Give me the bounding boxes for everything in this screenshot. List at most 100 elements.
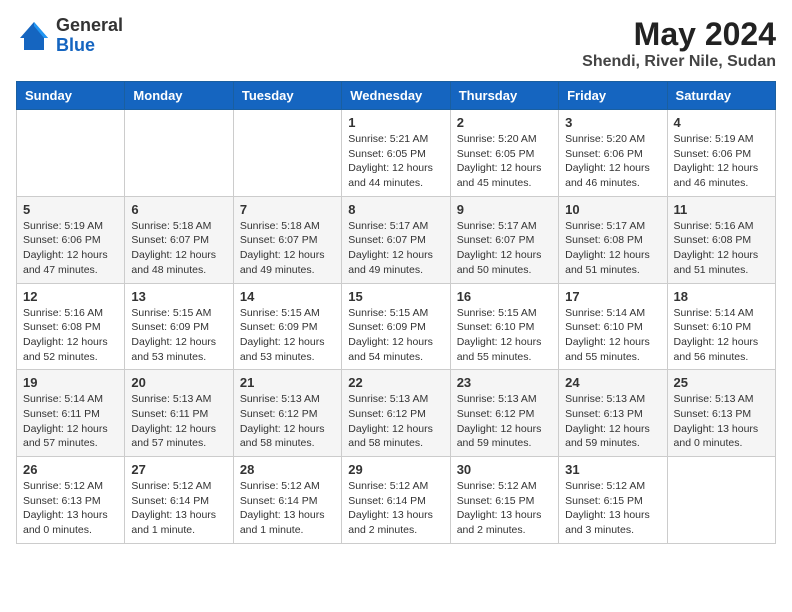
day-info: Sunrise: 5:20 AMSunset: 6:06 PMDaylight:… [565, 132, 660, 191]
day-number: 6 [131, 202, 226, 217]
calendar-cell: 21 Sunrise: 5:13 AMSunset: 6:12 PMDayligh… [233, 370, 341, 457]
day-info: Sunrise: 5:14 AMSunset: 6:11 PMDaylight:… [23, 392, 118, 451]
day-number: 27 [131, 462, 226, 477]
calendar-cell [667, 457, 775, 544]
calendar-cell: 3 Sunrise: 5:20 AMSunset: 6:06 PMDaylight… [559, 110, 667, 197]
logo-general-text: General [56, 16, 123, 36]
calendar-cell: 13 Sunrise: 5:15 AMSunset: 6:09 PMDayligh… [125, 283, 233, 370]
calendar-cell [17, 110, 125, 197]
calendar-cell: 5 Sunrise: 5:19 AMSunset: 6:06 PMDaylight… [17, 196, 125, 283]
calendar-cell: 29 Sunrise: 5:12 AMSunset: 6:14 PMDayligh… [342, 457, 450, 544]
calendar-cell: 25Sunrise: 5:13 AMSunset: 6:13 PMDayligh… [667, 370, 775, 457]
day-number: 24 [565, 375, 660, 390]
day-info: Sunrise: 5:18 AMSunset: 6:07 PMDaylight:… [131, 219, 226, 278]
logo-icon [16, 18, 52, 54]
day-info: Sunrise: 5:12 AMSunset: 6:14 PMDaylight:… [131, 479, 226, 538]
calendar-cell: 23 Sunrise: 5:13 AMSunset: 6:12 PMDayligh… [450, 370, 558, 457]
calendar-cell: 26 Sunrise: 5:12 AMSunset: 6:13 PMDayligh… [17, 457, 125, 544]
calendar-cell: 28 Sunrise: 5:12 AMSunset: 6:14 PMDayligh… [233, 457, 341, 544]
day-number: 29 [348, 462, 443, 477]
calendar-cell: 14 Sunrise: 5:15 AMSunset: 6:09 PMDayligh… [233, 283, 341, 370]
weekday-header: Sunday [17, 82, 125, 110]
calendar-cell: 27 Sunrise: 5:12 AMSunset: 6:14 PMDayligh… [125, 457, 233, 544]
day-info: Sunrise: 5:13 AMSunset: 6:12 PMDaylight:… [348, 392, 443, 451]
day-info: Sunrise: 5:20 AMSunset: 6:05 PMDaylight:… [457, 132, 552, 191]
day-number: 9 [457, 202, 552, 217]
day-info: Sunrise: 5:16 AMSunset: 6:08 PMDaylight:… [674, 219, 769, 278]
day-number: 14 [240, 289, 335, 304]
day-number: 15 [348, 289, 443, 304]
day-number: 1 [348, 115, 443, 130]
day-info: Sunrise: 5:14 AMSunset: 6:10 PMDaylight:… [674, 306, 769, 365]
day-number: 2 [457, 115, 552, 130]
calendar-cell: 4Sunrise: 5:19 AMSunset: 6:06 PMDaylight… [667, 110, 775, 197]
day-info: Sunrise: 5:21 AMSunset: 6:05 PMDaylight:… [348, 132, 443, 191]
day-info: Sunrise: 5:15 AMSunset: 6:10 PMDaylight:… [457, 306, 552, 365]
day-number: 18 [674, 289, 769, 304]
calendar-cell: 9 Sunrise: 5:17 AMSunset: 6:07 PMDaylight… [450, 196, 558, 283]
day-info: Sunrise: 5:14 AMSunset: 6:10 PMDaylight:… [565, 306, 660, 365]
weekday-header: Saturday [667, 82, 775, 110]
calendar: SundayMondayTuesdayWednesdayThursdayFrid… [16, 81, 776, 544]
day-number: 4 [674, 115, 769, 130]
location-title: Shendi, River Nile, Sudan [582, 53, 776, 71]
calendar-cell: 31 Sunrise: 5:12 AMSunset: 6:15 PMDayligh… [559, 457, 667, 544]
calendar-cell: 1 Sunrise: 5:21 AMSunset: 6:05 PMDaylight… [342, 110, 450, 197]
day-info: Sunrise: 5:12 AMSunset: 6:14 PMDaylight:… [348, 479, 443, 538]
day-info: Sunrise: 5:17 AMSunset: 6:07 PMDaylight:… [457, 219, 552, 278]
day-number: 12 [23, 289, 118, 304]
day-info: Sunrise: 5:13 AMSunset: 6:13 PMDaylight:… [565, 392, 660, 451]
day-info: Sunrise: 5:13 AMSunset: 6:12 PMDaylight:… [457, 392, 552, 451]
day-number: 17 [565, 289, 660, 304]
calendar-cell: 11 Sunrise: 5:16 AMSunset: 6:08 PMDayligh… [667, 196, 775, 283]
day-number: 28 [240, 462, 335, 477]
calendar-cell [233, 110, 341, 197]
calendar-cell: 24 Sunrise: 5:13 AMSunset: 6:13 PMDayligh… [559, 370, 667, 457]
day-info: Sunrise: 5:15 AMSunset: 6:09 PMDaylight:… [240, 306, 335, 365]
day-info: Sunrise: 5:12 AMSunset: 6:15 PMDaylight:… [457, 479, 552, 538]
day-info: Sunrise: 5:12 AMSunset: 6:14 PMDaylight:… [240, 479, 335, 538]
day-number: 11 [674, 202, 769, 217]
calendar-cell: 16 Sunrise: 5:15 AMSunset: 6:10 PMDayligh… [450, 283, 558, 370]
day-number: 8 [348, 202, 443, 217]
calendar-cell: 6 Sunrise: 5:18 AMSunset: 6:07 PMDaylight… [125, 196, 233, 283]
calendar-cell: 2 Sunrise: 5:20 AMSunset: 6:05 PMDaylight… [450, 110, 558, 197]
day-info: Sunrise: 5:18 AMSunset: 6:07 PMDaylight:… [240, 219, 335, 278]
day-info: Sunrise: 5:19 AMSunset: 6:06 PMDaylight:… [23, 219, 118, 278]
day-number: 31 [565, 462, 660, 477]
day-info: Sunrise: 5:12 AMSunset: 6:13 PMDaylight:… [23, 479, 118, 538]
calendar-cell: 8Sunrise: 5:17 AMSunset: 6:07 PMDaylight… [342, 196, 450, 283]
day-info: Sunrise: 5:17 AMSunset: 6:08 PMDaylight:… [565, 219, 660, 278]
weekday-header: Tuesday [233, 82, 341, 110]
day-info: Sunrise: 5:15 AMSunset: 6:09 PMDaylight:… [131, 306, 226, 365]
header: General Blue May 2024 Shendi, River Nile… [16, 16, 776, 71]
logo: General Blue [16, 16, 123, 56]
day-number: 10 [565, 202, 660, 217]
calendar-cell: 19Sunrise: 5:14 AMSunset: 6:11 PMDayligh… [17, 370, 125, 457]
day-number: 26 [23, 462, 118, 477]
day-number: 16 [457, 289, 552, 304]
calendar-cell: 30 Sunrise: 5:12 AMSunset: 6:15 PMDayligh… [450, 457, 558, 544]
day-number: 13 [131, 289, 226, 304]
day-number: 23 [457, 375, 552, 390]
calendar-week-row: 5 Sunrise: 5:19 AMSunset: 6:06 PMDaylight… [17, 196, 776, 283]
calendar-cell: 18 Sunrise: 5:14 AMSunset: 6:10 PMDayligh… [667, 283, 775, 370]
calendar-cell: 15 Sunrise: 5:15 AMSunset: 6:09 PMDayligh… [342, 283, 450, 370]
day-number: 22 [348, 375, 443, 390]
month-title: May 2024 [582, 16, 776, 53]
weekday-header: Wednesday [342, 82, 450, 110]
day-info: Sunrise: 5:13 AMSunset: 6:12 PMDaylight:… [240, 392, 335, 451]
calendar-week-row: 12Sunrise: 5:16 AMSunset: 6:08 PMDayligh… [17, 283, 776, 370]
day-info: Sunrise: 5:15 AMSunset: 6:09 PMDaylight:… [348, 306, 443, 365]
logo-blue-text: Blue [56, 36, 123, 56]
calendar-cell [125, 110, 233, 197]
day-number: 5 [23, 202, 118, 217]
day-number: 3 [565, 115, 660, 130]
weekday-header: Friday [559, 82, 667, 110]
day-number: 30 [457, 462, 552, 477]
calendar-week-row: 19Sunrise: 5:14 AMSunset: 6:11 PMDayligh… [17, 370, 776, 457]
weekday-header: Thursday [450, 82, 558, 110]
day-number: 21 [240, 375, 335, 390]
day-info: Sunrise: 5:13 AMSunset: 6:13 PMDaylight:… [674, 392, 769, 451]
day-info: Sunrise: 5:12 AMSunset: 6:15 PMDaylight:… [565, 479, 660, 538]
